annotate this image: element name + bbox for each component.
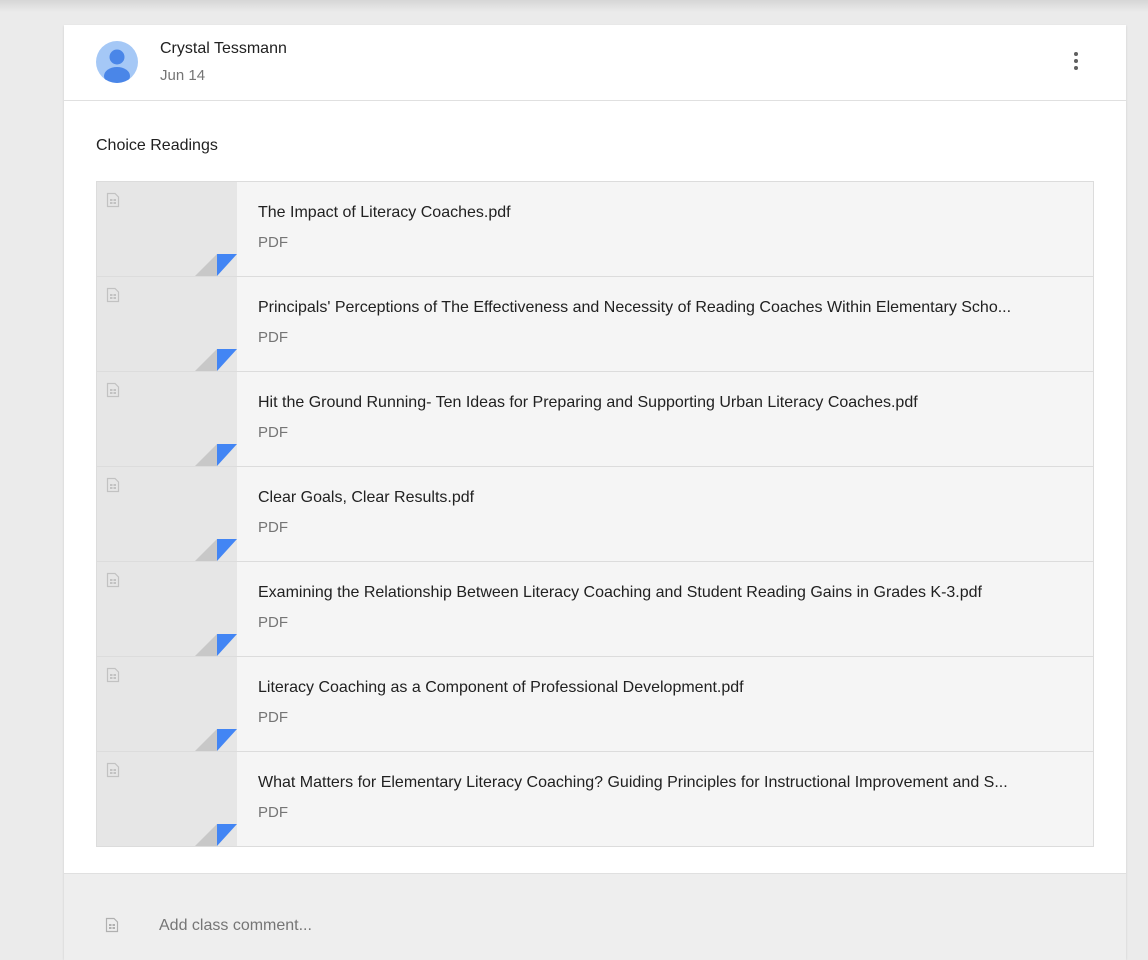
- attachment-item[interactable]: Clear Goals, Clear Results.pdf PDF: [97, 467, 1093, 562]
- attachment-item[interactable]: Literacy Coaching as a Component of Prof…: [97, 657, 1093, 752]
- top-shadow: [0, 0, 1148, 12]
- file-icon: [106, 667, 120, 688]
- attachment-thumbnail[interactable]: [97, 752, 237, 846]
- attachment-title[interactable]: Hit the Ground Running- Ten Ideas for Pr…: [258, 394, 1078, 412]
- attachment-item[interactable]: Examining the Relationship Between Liter…: [97, 562, 1093, 657]
- attachment-type: PDF: [258, 804, 288, 821]
- attachment-type: PDF: [258, 234, 288, 251]
- attachment-item[interactable]: The Impact of Literacy Coaches.pdf PDF: [97, 182, 1093, 277]
- attachment-thumbnail[interactable]: [97, 372, 237, 466]
- pdf-corner-fold-icon: [195, 824, 237, 851]
- comment-icon: [105, 917, 119, 938]
- class-comment-input[interactable]: Add class comment...: [159, 917, 759, 935]
- file-icon: [106, 762, 120, 783]
- attachment-type: PDF: [258, 614, 288, 631]
- post-header: Crystal Tessmann Jun 14: [64, 25, 1126, 101]
- file-icon: [106, 477, 120, 498]
- attachment-thumbnail[interactable]: [97, 277, 237, 371]
- attachment-item[interactable]: Principals' Perceptions of The Effective…: [97, 277, 1093, 372]
- attachment-list: The Impact of Literacy Coaches.pdf PDF Pri…: [96, 181, 1094, 847]
- author-name[interactable]: Crystal Tessmann: [160, 40, 287, 58]
- attachment-title[interactable]: The Impact of Literacy Coaches.pdf: [258, 204, 1078, 222]
- post-title: Choice Readings: [96, 137, 218, 154]
- avatar[interactable]: [96, 41, 138, 83]
- more-vert-icon[interactable]: [1064, 43, 1088, 79]
- attachment-title[interactable]: What Matters for Elementary Literacy Coa…: [258, 774, 1078, 792]
- attachment-thumbnail[interactable]: [97, 467, 237, 561]
- stream-post-card: Crystal Tessmann Jun 14 Choice Readings …: [64, 25, 1126, 960]
- file-icon: [106, 287, 120, 308]
- attachment-item[interactable]: Hit the Ground Running- Ten Ideas for Pr…: [97, 372, 1093, 467]
- attachment-thumbnail[interactable]: [97, 182, 237, 276]
- person-avatar-icon: [104, 49, 130, 83]
- attachment-title[interactable]: Clear Goals, Clear Results.pdf: [258, 489, 1078, 507]
- attachment-title[interactable]: Literacy Coaching as a Component of Prof…: [258, 679, 1078, 697]
- comment-bar: Add class comment...: [64, 873, 1126, 960]
- attachment-title[interactable]: Examining the Relationship Between Liter…: [258, 584, 1078, 602]
- attachment-item[interactable]: What Matters for Elementary Literacy Coa…: [97, 752, 1093, 846]
- attachment-type: PDF: [258, 424, 288, 441]
- attachment-type: PDF: [258, 329, 288, 346]
- attachment-thumbnail[interactable]: [97, 562, 237, 656]
- attachment-type: PDF: [258, 709, 288, 726]
- attachment-type: PDF: [258, 519, 288, 536]
- file-icon: [106, 382, 120, 403]
- attachment-title[interactable]: Principals' Perceptions of The Effective…: [258, 299, 1078, 317]
- attachment-thumbnail[interactable]: [97, 657, 237, 751]
- post-date[interactable]: Jun 14: [160, 67, 205, 84]
- file-icon: [106, 572, 120, 593]
- file-icon: [106, 192, 120, 213]
